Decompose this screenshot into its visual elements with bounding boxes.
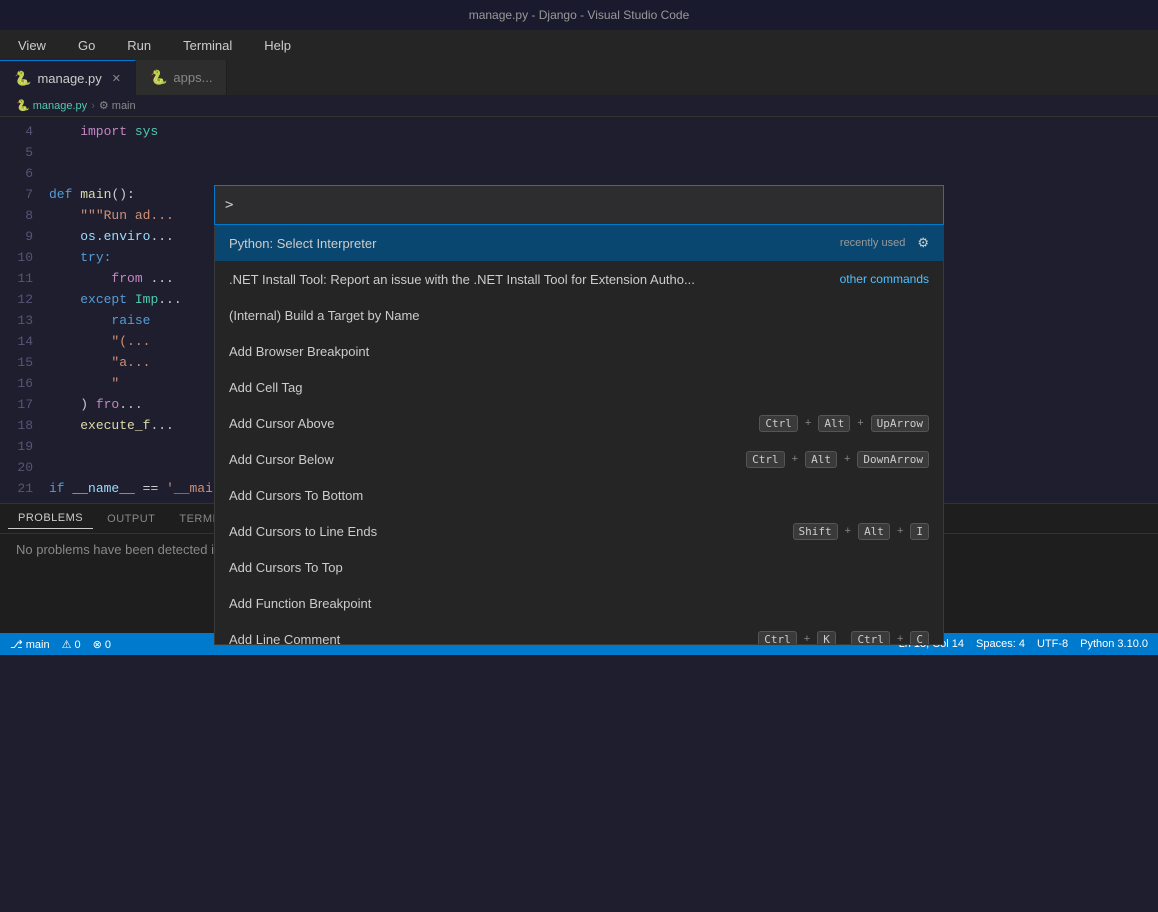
menu-help[interactable]: Help bbox=[256, 34, 299, 57]
cp-item-label-10: Add Function Breakpoint bbox=[229, 596, 929, 611]
kbd-alt-3: Alt bbox=[858, 523, 890, 540]
tab-manage-py[interactable]: 🐍 manage.py ✕ bbox=[0, 60, 136, 95]
kbd-k: K bbox=[817, 631, 836, 646]
cp-item-right-6: Ctrl + Alt + DownArrow bbox=[746, 451, 929, 468]
cp-item-label-5: Add Cursor Above bbox=[229, 416, 759, 431]
cp-item-label-6: Add Cursor Below bbox=[229, 452, 746, 467]
code-line-6: 6 bbox=[0, 163, 1158, 184]
cp-item-add-cursor-above[interactable]: Add Cursor Above Ctrl + Alt + UpArrow bbox=[215, 405, 943, 441]
command-palette: Python: Select Interpreter recently used… bbox=[214, 185, 944, 645]
python-icon-2: 🐍 bbox=[150, 69, 167, 86]
cp-item-label-0: Python: Select Interpreter bbox=[229, 236, 840, 251]
cp-item-right-1: other commands bbox=[840, 272, 929, 286]
cp-item-label-2: (Internal) Build a Target by Name bbox=[229, 308, 929, 323]
cp-item-label-3: Add Browser Breakpoint bbox=[229, 344, 929, 359]
cp-item-right-11: Ctrl + K Ctrl + C bbox=[758, 631, 929, 646]
status-warnings[interactable]: ⚠ 0 bbox=[62, 638, 81, 651]
menu-terminal[interactable]: Terminal bbox=[175, 34, 240, 57]
kbd-ctrl-2: Ctrl bbox=[746, 451, 785, 468]
menu-bar: View Go Run Terminal Help bbox=[0, 30, 1158, 60]
menu-run[interactable]: Run bbox=[119, 34, 159, 57]
code-line-4: 4 import sys bbox=[0, 121, 1158, 142]
command-palette-input[interactable] bbox=[225, 197, 933, 213]
kbd-alt-2: Alt bbox=[805, 451, 837, 468]
code-line-5: 5 bbox=[0, 142, 1158, 163]
cp-item-add-cursors-to-top[interactable]: Add Cursors To Top bbox=[215, 549, 943, 585]
cp-item-add-line-comment[interactable]: Add Line Comment Ctrl + K Ctrl + C bbox=[215, 621, 943, 645]
kbd-shift: Shift bbox=[793, 523, 838, 540]
editor-wrapper: 🐍 manage.py › ⚙ main 4 import sys 5 6 7 … bbox=[0, 95, 1158, 503]
panel-tab-problems[interactable]: PROBLEMS bbox=[8, 508, 93, 529]
cp-item-label-1: .NET Install Tool: Report an issue with … bbox=[229, 272, 840, 287]
title-bar: manage.py - Django - Visual Studio Code bbox=[0, 0, 1158, 30]
command-palette-input-wrap[interactable] bbox=[214, 185, 944, 225]
cp-recently-used: recently used bbox=[840, 237, 905, 249]
status-python-version[interactable]: Python 3.10.0 bbox=[1080, 638, 1148, 650]
cp-item-add-browser-breakpoint[interactable]: Add Browser Breakpoint bbox=[215, 333, 943, 369]
cp-item-add-cell-tag[interactable]: Add Cell Tag bbox=[215, 369, 943, 405]
status-branch[interactable]: ⎇ main bbox=[10, 638, 50, 651]
tab-label-apps: apps... bbox=[173, 70, 212, 85]
cp-item-right-8: Shift + Alt + I bbox=[793, 523, 930, 540]
cp-item-label-7: Add Cursors To Bottom bbox=[229, 488, 929, 503]
menu-view[interactable]: View bbox=[10, 34, 54, 57]
cp-item-add-function-breakpoint[interactable]: Add Function Breakpoint bbox=[215, 585, 943, 621]
cp-other-commands: other commands bbox=[840, 272, 929, 286]
gear-icon[interactable]: ⚙ bbox=[917, 235, 929, 251]
kbd-uparrow: UpArrow bbox=[871, 415, 929, 432]
kbd-c: C bbox=[910, 631, 929, 646]
tab-apps[interactable]: 🐍 apps... bbox=[136, 60, 227, 95]
kbd-ctrl-4: Ctrl bbox=[851, 631, 890, 646]
breadcrumb: 🐍 manage.py › ⚙ main bbox=[0, 95, 1158, 117]
cp-item-add-cursors-to-bottom[interactable]: Add Cursors To Bottom bbox=[215, 477, 943, 513]
cp-item-label-9: Add Cursors To Top bbox=[229, 560, 929, 575]
breadcrumb-sep: › bbox=[91, 100, 95, 112]
breadcrumb-section[interactable]: ⚙ main bbox=[99, 99, 136, 112]
python-icon: 🐍 bbox=[14, 70, 31, 87]
kbd-alt: Alt bbox=[818, 415, 850, 432]
cp-item-add-cursors-line-ends[interactable]: Add Cursors to Line Ends Shift + Alt + I bbox=[215, 513, 943, 549]
window-title: manage.py - Django - Visual Studio Code bbox=[469, 8, 690, 22]
status-spaces[interactable]: Spaces: 4 bbox=[976, 638, 1025, 650]
cp-item-add-cursor-below[interactable]: Add Cursor Below Ctrl + Alt + DownArrow bbox=[215, 441, 943, 477]
status-encoding[interactable]: UTF-8 bbox=[1037, 638, 1068, 650]
cp-item-net-install[interactable]: .NET Install Tool: Report an issue with … bbox=[215, 261, 943, 297]
menu-go[interactable]: Go bbox=[70, 34, 103, 57]
cp-item-right-0: recently used ⚙ bbox=[840, 235, 929, 251]
kbd-ctrl-3: Ctrl bbox=[758, 631, 797, 646]
cp-item-label-8: Add Cursors to Line Ends bbox=[229, 524, 793, 539]
command-palette-results: Python: Select Interpreter recently used… bbox=[214, 225, 944, 645]
breadcrumb-file[interactable]: 🐍 manage.py bbox=[16, 99, 87, 112]
cp-item-python-select-interpreter[interactable]: Python: Select Interpreter recently used… bbox=[215, 225, 943, 261]
cp-item-label-4: Add Cell Tag bbox=[229, 380, 929, 395]
kbd-ctrl: Ctrl bbox=[759, 415, 798, 432]
tab-label-manage: manage.py bbox=[37, 71, 101, 86]
panel-tab-output[interactable]: OUTPUT bbox=[97, 509, 165, 529]
status-errors[interactable]: ⊗ 0 bbox=[93, 638, 111, 651]
kbd-downarrow: DownArrow bbox=[857, 451, 929, 468]
cp-item-label-11: Add Line Comment bbox=[229, 632, 758, 646]
tab-close-manage[interactable]: ✕ bbox=[112, 72, 121, 85]
tabs-bar: 🐍 manage.py ✕ 🐍 apps... bbox=[0, 60, 1158, 95]
kbd-i: I bbox=[910, 523, 929, 540]
cp-item-right-5: Ctrl + Alt + UpArrow bbox=[759, 415, 929, 432]
cp-item-internal-build[interactable]: (Internal) Build a Target by Name bbox=[215, 297, 943, 333]
